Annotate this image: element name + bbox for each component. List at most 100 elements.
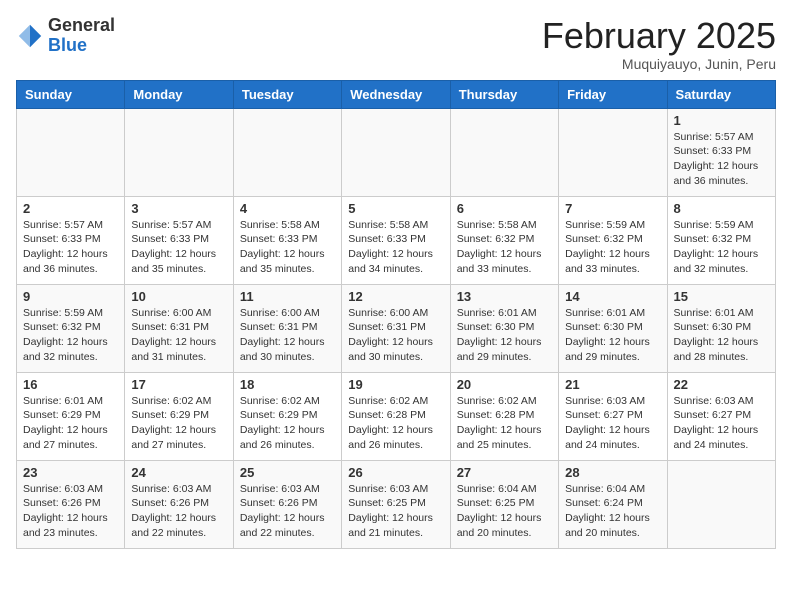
calendar-cell: 25 Sunrise: 6:03 AMSunset: 6:26 PMDayligh… (233, 460, 341, 548)
day-info: Sunrise: 5:58 AMSunset: 6:33 PMDaylight:… (240, 218, 335, 277)
day-info: Sunrise: 5:59 AMSunset: 6:32 PMDaylight:… (674, 218, 769, 277)
calendar-cell: 8Sunrise: 5:59 AMSunset: 6:32 PMDaylight… (667, 196, 775, 284)
calendar-cell: 24 Sunrise: 6:03 AMSunset: 6:26 PMDayligh… (125, 460, 233, 548)
day-number: 11 (240, 289, 335, 304)
day-info: Sunrise: 6:01 AMSunset: 6:29 PMDaylight:… (23, 394, 118, 453)
week-row-1: 1 Sunrise: 5:57 AMSunset: 6:33 PMDaylight… (17, 108, 776, 196)
weekday-header-tuesday: Tuesday (233, 80, 341, 108)
calendar-cell: 4 Sunrise: 5:58 AMSunset: 6:33 PMDaylight… (233, 196, 341, 284)
calendar-cell (667, 460, 775, 548)
calendar-cell: 28 Sunrise: 6:04 AMSunset: 6:24 PMDayligh… (559, 460, 667, 548)
day-info: Sunrise: 6:00 AMSunset: 6:31 PMDaylight:… (348, 306, 443, 365)
day-number: 23 (23, 465, 118, 480)
day-info: Sunrise: 5:59 AMSunset: 6:32 PMDaylight:… (565, 218, 660, 277)
calendar-cell: 11 Sunrise: 6:00 AMSunset: 6:31 PMDayligh… (233, 284, 341, 372)
day-number: 2 (23, 201, 118, 216)
day-number: 10 (131, 289, 226, 304)
day-info: Sunrise: 6:01 AMSunset: 6:30 PMDaylight:… (457, 306, 552, 365)
weekday-header-friday: Friday (559, 80, 667, 108)
calendar-cell: 3Sunrise: 5:57 AMSunset: 6:33 PMDaylight… (125, 196, 233, 284)
calendar-cell (17, 108, 125, 196)
day-number: 9 (23, 289, 118, 304)
day-number: 19 (348, 377, 443, 392)
calendar-cell: 23 Sunrise: 6:03 AMSunset: 6:26 PMDayligh… (17, 460, 125, 548)
day-info: Sunrise: 6:03 AMSunset: 6:25 PMDaylight:… (348, 482, 443, 541)
calendar-cell: 5 Sunrise: 5:58 AMSunset: 6:33 PMDaylight… (342, 196, 450, 284)
day-number: 25 (240, 465, 335, 480)
location-subtitle: Muquiyauyo, Junin, Peru (542, 56, 776, 72)
day-info: Sunrise: 6:02 AMSunset: 6:29 PMDaylight:… (240, 394, 335, 453)
day-number: 14 (565, 289, 660, 304)
page-header: General Blue February 2025 Muquiyauyo, J… (16, 16, 776, 72)
day-info: Sunrise: 6:02 AMSunset: 6:28 PMDaylight:… (348, 394, 443, 453)
day-info: Sunrise: 5:58 AMSunset: 6:33 PMDaylight:… (348, 218, 443, 277)
day-number: 26 (348, 465, 443, 480)
day-number: 16 (23, 377, 118, 392)
weekday-header-saturday: Saturday (667, 80, 775, 108)
day-info: Sunrise: 6:03 AMSunset: 6:26 PMDaylight:… (23, 482, 118, 541)
week-row-5: 23 Sunrise: 6:03 AMSunset: 6:26 PMDayligh… (17, 460, 776, 548)
calendar-cell (559, 108, 667, 196)
day-number: 27 (457, 465, 552, 480)
calendar-cell: 20 Sunrise: 6:02 AMSunset: 6:28 PMDayligh… (450, 372, 558, 460)
week-row-4: 16 Sunrise: 6:01 AMSunset: 6:29 PMDayligh… (17, 372, 776, 460)
calendar-cell (125, 108, 233, 196)
calendar-cell: 7 Sunrise: 5:59 AMSunset: 6:32 PMDaylight… (559, 196, 667, 284)
day-info: Sunrise: 6:04 AMSunset: 6:24 PMDaylight:… (565, 482, 660, 541)
week-row-2: 2Sunrise: 5:57 AMSunset: 6:33 PMDaylight… (17, 196, 776, 284)
day-info: Sunrise: 6:01 AMSunset: 6:30 PMDaylight:… (674, 306, 769, 365)
day-info: Sunrise: 6:02 AMSunset: 6:28 PMDaylight:… (457, 394, 552, 453)
calendar-cell: 18 Sunrise: 6:02 AMSunset: 6:29 PMDayligh… (233, 372, 341, 460)
day-number: 7 (565, 201, 660, 216)
day-info: Sunrise: 6:00 AMSunset: 6:31 PMDaylight:… (131, 306, 226, 365)
calendar-cell: 13 Sunrise: 6:01 AMSunset: 6:30 PMDayligh… (450, 284, 558, 372)
logo-icon (16, 22, 44, 50)
day-info: Sunrise: 5:58 AMSunset: 6:32 PMDaylight:… (457, 218, 552, 277)
calendar-cell (450, 108, 558, 196)
calendar-cell: 15 Sunrise: 6:01 AMSunset: 6:30 PMDayligh… (667, 284, 775, 372)
logo-general-text: General (48, 15, 115, 35)
day-info: Sunrise: 5:57 AMSunset: 6:33 PMDaylight:… (674, 130, 769, 189)
calendar-cell: 12Sunrise: 6:00 AMSunset: 6:31 PMDayligh… (342, 284, 450, 372)
calendar-cell (233, 108, 341, 196)
day-number: 18 (240, 377, 335, 392)
day-number: 24 (131, 465, 226, 480)
weekday-header-thursday: Thursday (450, 80, 558, 108)
calendar-cell: 26 Sunrise: 6:03 AMSunset: 6:25 PMDayligh… (342, 460, 450, 548)
day-number: 4 (240, 201, 335, 216)
day-info: Sunrise: 6:03 AMSunset: 6:27 PMDaylight:… (674, 394, 769, 453)
calendar-cell (342, 108, 450, 196)
month-year-title: February 2025 (542, 16, 776, 56)
day-info: Sunrise: 6:04 AMSunset: 6:25 PMDaylight:… (457, 482, 552, 541)
calendar-cell: 22 Sunrise: 6:03 AMSunset: 6:27 PMDayligh… (667, 372, 775, 460)
calendar-cell: 9 Sunrise: 5:59 AMSunset: 6:32 PMDaylight… (17, 284, 125, 372)
day-number: 13 (457, 289, 552, 304)
day-number: 6 (457, 201, 552, 216)
title-block: February 2025 Muquiyauyo, Junin, Peru (542, 16, 776, 72)
day-number: 21 (565, 377, 660, 392)
day-number: 15 (674, 289, 769, 304)
day-number: 3 (131, 201, 226, 216)
day-info: Sunrise: 6:00 AMSunset: 6:31 PMDaylight:… (240, 306, 335, 365)
calendar-cell: 17Sunrise: 6:02 AMSunset: 6:29 PMDayligh… (125, 372, 233, 460)
weekday-header-wednesday: Wednesday (342, 80, 450, 108)
calendar-table: SundayMondayTuesdayWednesdayThursdayFrid… (16, 80, 776, 549)
week-row-3: 9 Sunrise: 5:59 AMSunset: 6:32 PMDaylight… (17, 284, 776, 372)
logo-blue-text: Blue (48, 35, 87, 55)
day-number: 1 (674, 113, 769, 128)
day-info: Sunrise: 6:03 AMSunset: 6:26 PMDaylight:… (240, 482, 335, 541)
calendar-cell: 16 Sunrise: 6:01 AMSunset: 6:29 PMDayligh… (17, 372, 125, 460)
day-number: 17 (131, 377, 226, 392)
day-info: Sunrise: 5:59 AMSunset: 6:32 PMDaylight:… (23, 306, 118, 365)
day-number: 28 (565, 465, 660, 480)
day-info: Sunrise: 6:03 AMSunset: 6:27 PMDaylight:… (565, 394, 660, 453)
day-number: 20 (457, 377, 552, 392)
day-info: Sunrise: 6:03 AMSunset: 6:26 PMDaylight:… (131, 482, 226, 541)
calendar-cell: 1 Sunrise: 5:57 AMSunset: 6:33 PMDaylight… (667, 108, 775, 196)
calendar-cell: 2Sunrise: 5:57 AMSunset: 6:33 PMDaylight… (17, 196, 125, 284)
calendar-cell: 19 Sunrise: 6:02 AMSunset: 6:28 PMDayligh… (342, 372, 450, 460)
day-number: 22 (674, 377, 769, 392)
weekday-header-row: SundayMondayTuesdayWednesdayThursdayFrid… (17, 80, 776, 108)
day-number: 5 (348, 201, 443, 216)
calendar-cell: 27 Sunrise: 6:04 AMSunset: 6:25 PMDayligh… (450, 460, 558, 548)
